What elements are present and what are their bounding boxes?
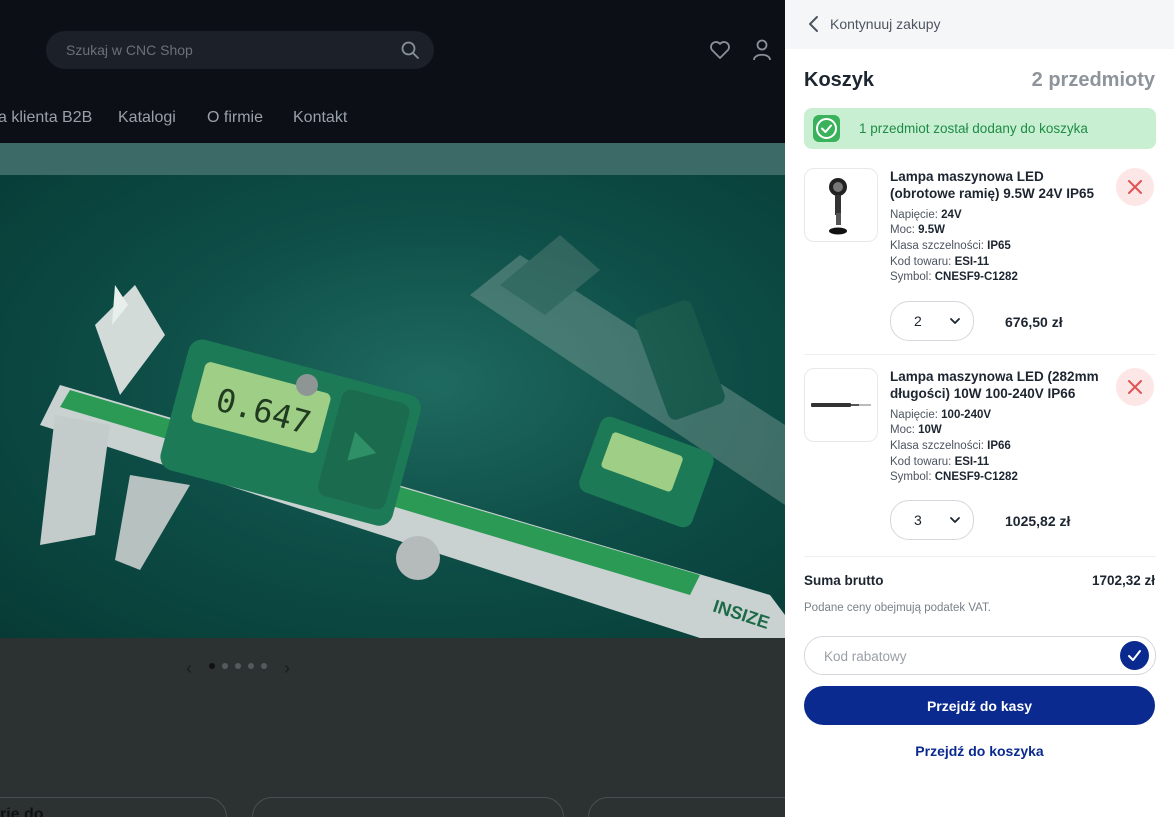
spec-ip-rating: Klasa szczelności: IP66 bbox=[890, 440, 1011, 452]
spec-power: Moc: 9.5W bbox=[890, 224, 945, 236]
vat-note: Podane ceny obejmują podatek VAT. bbox=[804, 602, 991, 614]
cart-item: Lampa maszynowa LED (282mm długości) 10W… bbox=[804, 368, 1156, 548]
apply-coupon-button[interactable] bbox=[1120, 641, 1149, 670]
continue-shopping-link[interactable]: Kontynuuj zakupy bbox=[830, 16, 941, 32]
check-icon bbox=[1128, 650, 1141, 661]
carousel-next-icon[interactable]: › bbox=[284, 658, 290, 679]
section-heading: rie do bbox=[0, 806, 44, 817]
cart-item-count: 2 przedmioty bbox=[1031, 69, 1155, 91]
carousel-dot[interactable] bbox=[222, 663, 228, 669]
spec-symbol: Symbol: CNESF9-C1282 bbox=[890, 271, 1018, 283]
item-price: 676,50 zł bbox=[1005, 314, 1063, 330]
spec-product-code: Kod towaru: ESI-11 bbox=[890, 456, 990, 468]
checkout-button[interactable]: Przejdź do kasy bbox=[804, 686, 1155, 725]
search-bar[interactable]: Szukaj w CNC Shop bbox=[46, 31, 434, 69]
nav-item-katalogi[interactable]: Katalogi bbox=[118, 109, 176, 127]
user-icon[interactable] bbox=[751, 38, 773, 62]
carousel-prev-icon[interactable]: ‹ bbox=[186, 658, 192, 679]
spec-ip-rating: Klasa szczelności: IP65 bbox=[890, 240, 1011, 252]
search-input[interactable]: Szukaj w CNC Shop bbox=[66, 42, 193, 58]
carousel-dot[interactable] bbox=[248, 663, 254, 669]
spec-symbol: Symbol: CNESF9-C1282 bbox=[890, 471, 1018, 483]
store-page-background: Szukaj w CNC Shop a klienta B2B Katalogi… bbox=[0, 0, 785, 817]
continue-shopping-bar[interactable]: Kontynuuj zakupy bbox=[785, 0, 1174, 49]
total-value: 1702,32 zł bbox=[1091, 573, 1155, 588]
heart-icon[interactable] bbox=[708, 38, 732, 62]
chevron-down-icon bbox=[950, 517, 960, 523]
quantity-select[interactable]: 3 bbox=[890, 500, 974, 540]
page-content-below bbox=[0, 638, 785, 817]
hero-banner-image[interactable]: 0.647 INSIZE bbox=[0, 175, 785, 638]
calipers-illustration: 0.647 INSIZE bbox=[40, 235, 785, 638]
total-label: Suma brutto bbox=[804, 573, 884, 588]
notice-text: 1 przedmiot został dodany do koszyka bbox=[859, 121, 1088, 136]
spec-voltage: Napięcie: 100-240V bbox=[890, 409, 992, 421]
coupon-input[interactable]: Kod rabatowy bbox=[824, 649, 907, 664]
product-image-lamp-bar[interactable] bbox=[804, 368, 878, 442]
divider bbox=[804, 354, 1156, 355]
item-price: 1025,82 zł bbox=[1005, 513, 1071, 529]
nav-item-o-firmie[interactable]: O firmie bbox=[207, 109, 263, 127]
coupon-field[interactable]: Kod rabatowy bbox=[804, 636, 1156, 675]
nav-item-b2b[interactable]: a klienta B2B bbox=[0, 109, 92, 127]
checkout-label: Przejdź do kasy bbox=[926, 698, 1033, 714]
remove-item-button[interactable] bbox=[1116, 368, 1154, 406]
carousel-dot[interactable] bbox=[261, 663, 267, 669]
product-name[interactable]: Lampa maszynowa LED (282mm długości) 10W… bbox=[890, 369, 1112, 402]
close-icon bbox=[1128, 180, 1142, 194]
quantity-select[interactable]: 2 bbox=[890, 301, 974, 341]
divider bbox=[804, 556, 1156, 557]
carousel-dot[interactable] bbox=[235, 663, 241, 669]
cart-title: Koszyk bbox=[804, 69, 875, 91]
close-icon bbox=[1128, 380, 1142, 394]
quantity-value: 2 bbox=[914, 313, 922, 329]
spec-product-code: Kod towaru: ESI-11 bbox=[890, 256, 990, 268]
cart-item: Lampa maszynowa LED (obrotowe ramię) 9.5… bbox=[804, 168, 1156, 348]
category-card[interactable] bbox=[588, 797, 785, 817]
cart-drawer: Kontynuuj zakupy Koszyk 2 przedmioty 1 p… bbox=[785, 0, 1174, 817]
store-header: Szukaj w CNC Shop a klienta B2B Katalogi… bbox=[0, 0, 785, 143]
promo-strip bbox=[0, 143, 785, 175]
chevron-left-icon[interactable] bbox=[807, 14, 821, 34]
remove-item-button[interactable] bbox=[1116, 168, 1154, 206]
carousel-dot[interactable] bbox=[209, 663, 215, 669]
spec-power: Moc: 10W bbox=[890, 424, 942, 436]
search-icon[interactable] bbox=[400, 40, 420, 60]
spec-voltage: Napięcie: 24V bbox=[890, 209, 962, 221]
go-to-cart-link[interactable]: Przejdź do koszyka bbox=[785, 743, 1174, 759]
product-name[interactable]: Lampa maszynowa LED (obrotowe ramię) 9.5… bbox=[890, 169, 1112, 202]
chevron-down-icon bbox=[950, 318, 960, 324]
quantity-value: 3 bbox=[914, 512, 922, 528]
added-to-cart-notice: 1 przedmiot został dodany do koszyka bbox=[804, 108, 1156, 149]
product-image-lamp-arm[interactable] bbox=[804, 168, 878, 242]
nav-item-kontakt[interactable]: Kontakt bbox=[293, 109, 347, 127]
category-card[interactable] bbox=[252, 797, 564, 817]
check-circle-icon bbox=[813, 115, 840, 142]
